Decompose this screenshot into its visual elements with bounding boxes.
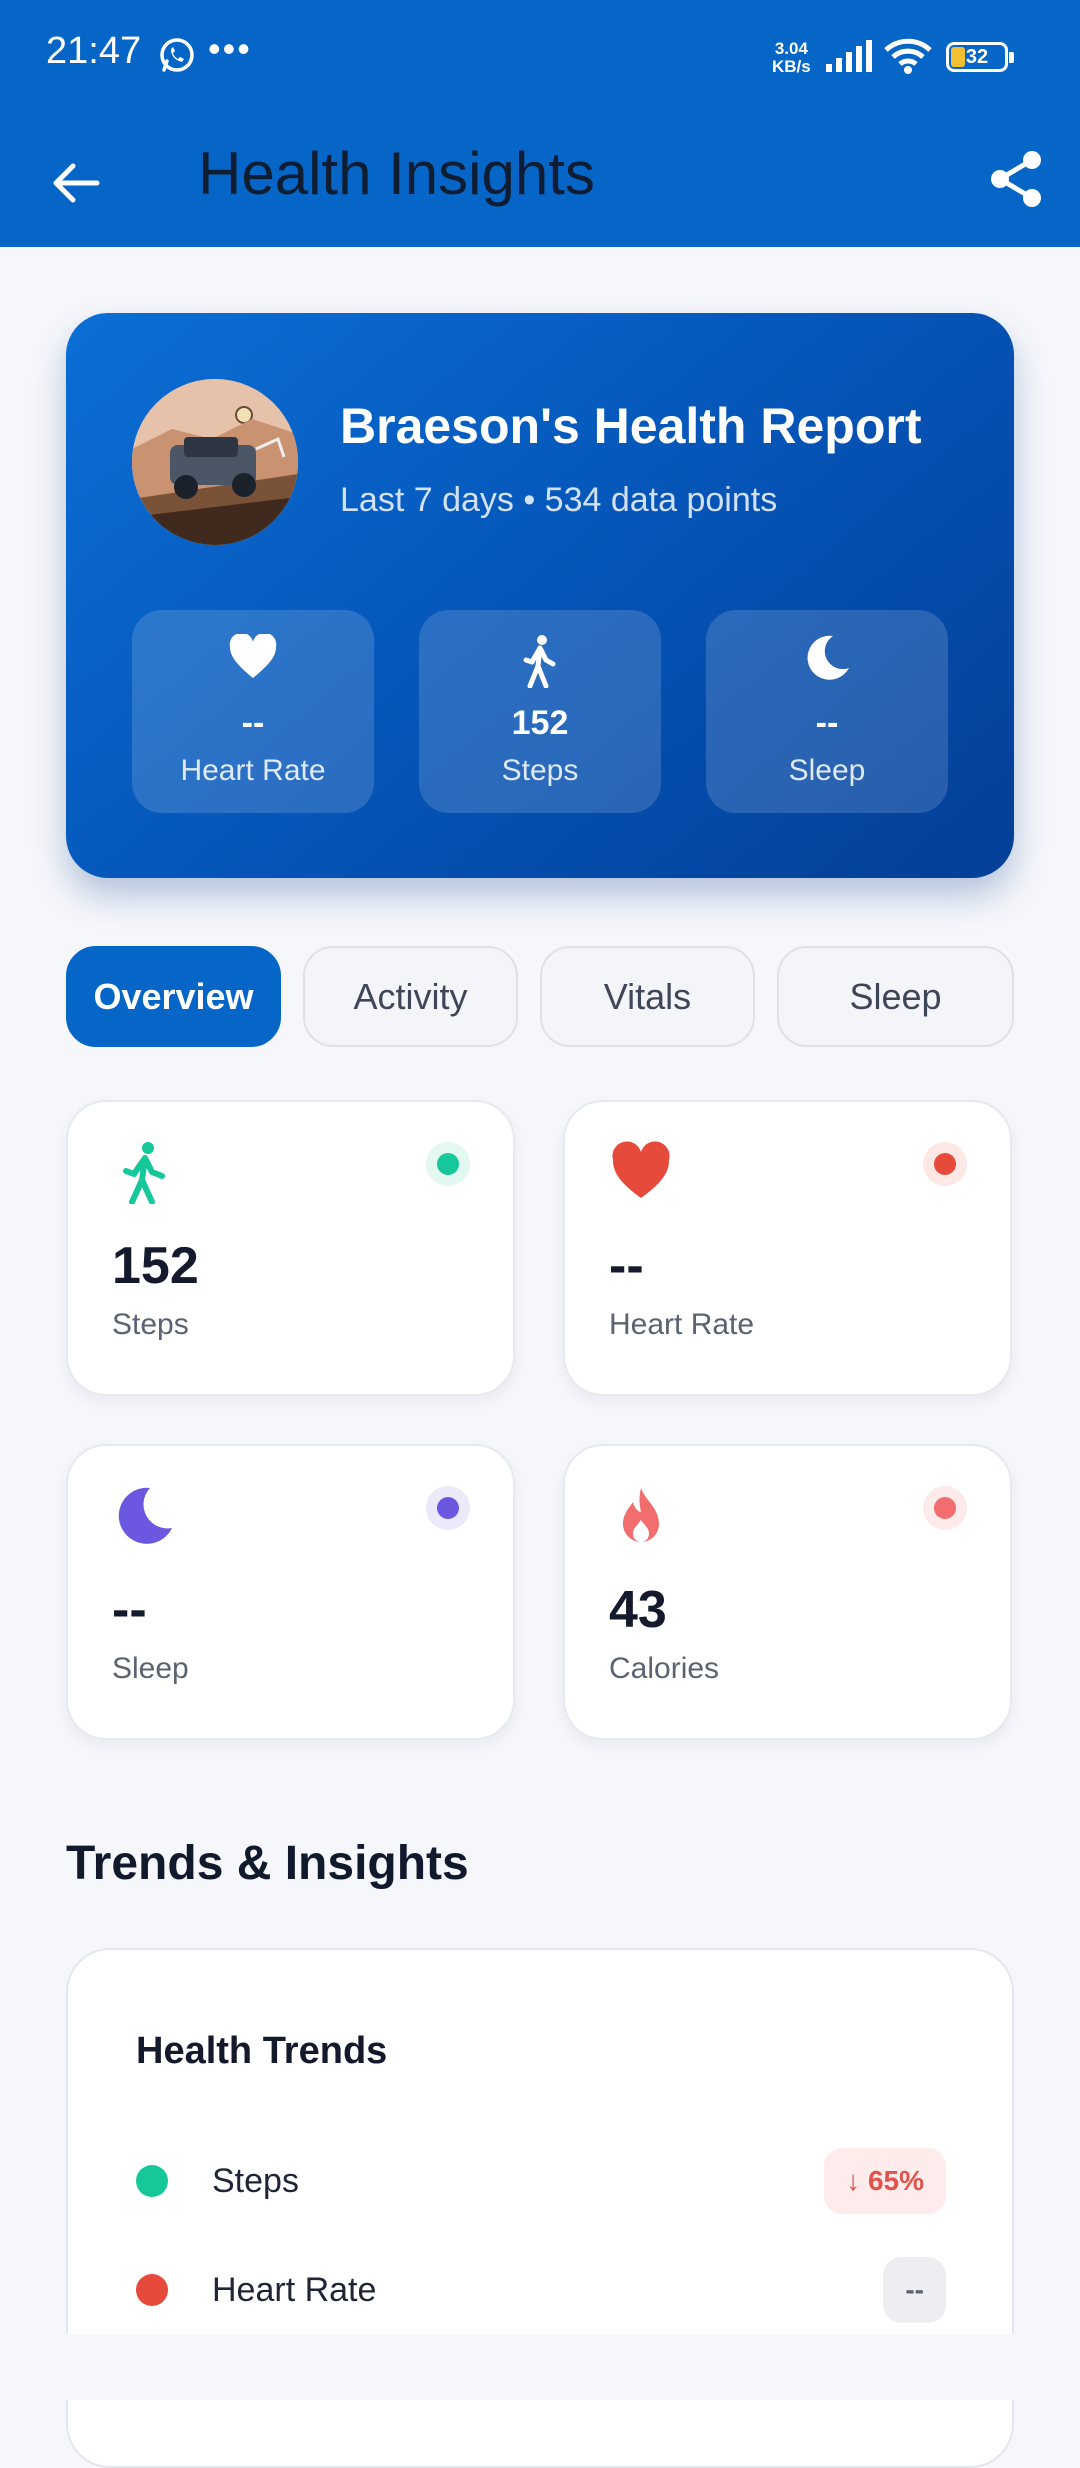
- summary-heart-rate[interactable]: -- Heart Rate: [132, 610, 374, 813]
- signal-icon: [824, 40, 874, 79]
- metric-label: Heart Rate: [609, 1308, 755, 1341]
- status-bar: 21:47 ••• 3.04 KB/s 32: [0, 0, 1080, 115]
- summary-sleep[interactable]: -- Sleep: [706, 610, 948, 813]
- metric-label: Steps: [112, 1308, 189, 1341]
- share-icon: [991, 151, 1041, 207]
- back-button[interactable]: [40, 147, 112, 219]
- section-title: Trends & Insights: [66, 1837, 469, 1890]
- wifi-icon: [884, 38, 932, 79]
- summary-steps[interactable]: 152 Steps: [419, 610, 661, 813]
- metric-card-calories[interactable]: 43 Calories: [563, 1444, 1012, 1740]
- trend-row-steps[interactable]: Steps ↓ 65%: [136, 2148, 946, 2214]
- summary-value: --: [241, 704, 265, 742]
- moon-icon: [807, 635, 849, 680]
- network-speed-unit: KB/s: [772, 57, 811, 76]
- whatsapp-icon: [158, 36, 196, 79]
- trend-dot: [136, 2165, 168, 2197]
- trend-name: Steps: [212, 2162, 299, 2200]
- status-dot: [426, 1142, 470, 1186]
- health-report-card: Braeson's Health Report Last 7 days • 53…: [66, 313, 1014, 878]
- trend-row-heart-rate[interactable]: Heart Rate --: [136, 2257, 946, 2323]
- status-dot: [923, 1142, 967, 1186]
- trends-title: Health Trends: [136, 2030, 388, 2072]
- metric-value: 43: [609, 1581, 667, 1639]
- network-speed: 3.04 KB/s: [772, 40, 811, 76]
- app-bar: Health Insights: [0, 115, 1080, 247]
- metric-card-sleep[interactable]: -- Sleep: [66, 1444, 515, 1740]
- report-subtitle: Last 7 days • 534 data points: [340, 481, 778, 519]
- moon-icon: [118, 1487, 172, 1544]
- metric-value: --: [112, 1581, 147, 1639]
- summary-label: Steps: [501, 754, 579, 787]
- summary-value: 152: [511, 704, 569, 742]
- heart-icon: [612, 1141, 670, 1198]
- network-speed-value: 3.04: [774, 39, 808, 58]
- tab-activity[interactable]: Activity: [303, 946, 518, 1047]
- trend-badge: --: [883, 2257, 946, 2323]
- status-time: 21:47: [46, 30, 142, 72]
- battery-level: 32: [965, 46, 989, 68]
- arrow-left-icon: [53, 163, 100, 203]
- avatar[interactable]: [132, 379, 298, 545]
- tab-sleep[interactable]: Sleep: [777, 946, 1014, 1047]
- tab-vitals[interactable]: Vitals: [540, 946, 755, 1047]
- trend-badge: ↓ 65%: [824, 2148, 946, 2214]
- metric-value: 152: [112, 1237, 199, 1295]
- summary-value: --: [815, 704, 839, 742]
- trend-name: Heart Rate: [212, 2271, 377, 2309]
- metric-value: --: [609, 1237, 644, 1295]
- metric-label: Calories: [609, 1652, 720, 1685]
- metric-card-steps[interactable]: 152 Steps: [66, 1100, 515, 1396]
- walk-icon: [523, 635, 556, 688]
- status-dot: [923, 1486, 967, 1530]
- status-dot: [426, 1486, 470, 1530]
- report-title: Braeson's Health Report: [340, 398, 922, 454]
- walk-icon: [123, 1142, 165, 1204]
- metric-label: Sleep: [112, 1652, 189, 1685]
- more-notifications-icon: •••: [208, 28, 252, 69]
- fire-icon: [623, 1488, 659, 1542]
- heart-icon: [229, 634, 277, 678]
- summary-label: Sleep: [788, 754, 866, 787]
- metric-card-heart-rate[interactable]: -- Heart Rate: [563, 1100, 1012, 1396]
- battery-icon: 32: [946, 42, 1014, 72]
- summary-label: Heart Rate: [180, 754, 326, 787]
- tab-overview[interactable]: Overview: [66, 946, 281, 1047]
- trend-dot: [136, 2274, 168, 2306]
- page-title: Health Insights: [198, 140, 595, 207]
- share-button[interactable]: [976, 139, 1056, 219]
- bottom-safe-area: [0, 2334, 1080, 2400]
